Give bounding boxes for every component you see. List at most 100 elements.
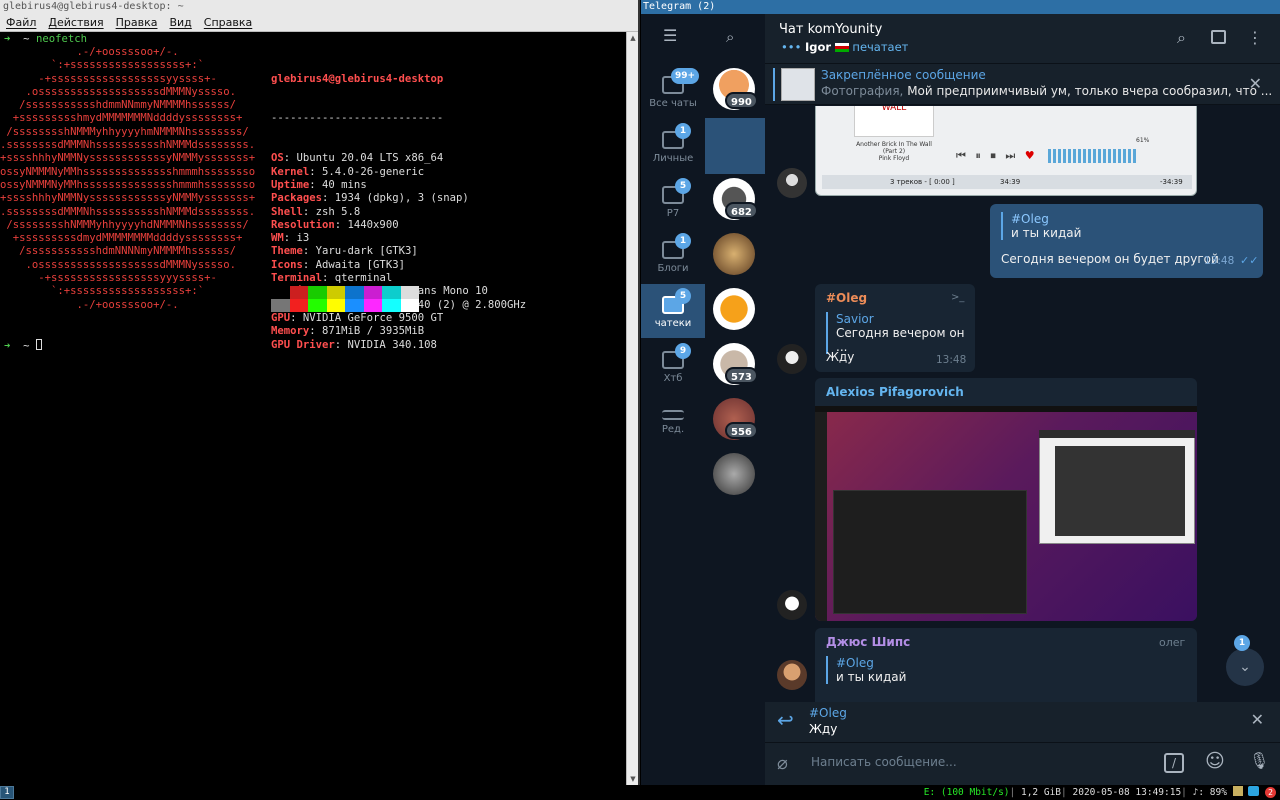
sliders-icon [662, 410, 684, 420]
info-row: Shell: zsh 5.8 [271, 205, 361, 218]
telegram-tray-icon[interactable] [1248, 786, 1260, 796]
prompt-arrow-icon: ➜ [4, 33, 11, 45]
message-list[interactable]: WALL Another Brick In The Wall (Part 2) P… [765, 106, 1280, 702]
read-checkmarks-icon: ✓✓ [1240, 254, 1259, 267]
folder-item[interactable]: Р7 5 [641, 174, 705, 228]
spectrum-visualizer [1048, 149, 1138, 163]
logo-line: `:+ssssssssssssssssss+:` [0, 59, 205, 72]
chat-avatar[interactable] [713, 288, 755, 330]
info-key: Packages [271, 192, 323, 205]
folder-unread-badge: 9 [675, 343, 691, 359]
color-swatch [363, 286, 382, 299]
chat-header[interactable]: Чат komYounity ••• Igor печатает ⌕ ⋮ [765, 14, 1280, 64]
chat-title: Чат komYounity [779, 22, 883, 37]
bot-command-icon[interactable]: >_ [951, 292, 964, 303]
info-key: Uptime [271, 178, 310, 191]
typing-status: ••• Igor печатает [781, 40, 909, 54]
close-icon[interactable]: ✕ [1249, 74, 1262, 93]
workspace-button[interactable]: 1 [0, 786, 14, 799]
search-icon[interactable]: ⌕ [1177, 28, 1186, 48]
terminal-cursor [35, 339, 42, 350]
message-author: Джюс Шипс [826, 635, 911, 649]
logo-line: `:+ssssssssssssssssss+:` [0, 285, 205, 298]
folder-all-chats[interactable]: Все чаты 99+ [641, 64, 705, 118]
color-swatch [345, 286, 364, 299]
user-avatar[interactable] [777, 660, 807, 690]
chat-avatar[interactable] [713, 453, 755, 495]
volume-status: ♪: 89% [1192, 787, 1227, 798]
reply-author: #Oleg [809, 706, 847, 720]
user-avatar[interactable] [777, 590, 807, 620]
pinned-message[interactable]: Закреплённое сообщение Фотография, Мой п… [765, 64, 1280, 105]
telegram-title: Telegram (2) [641, 0, 1280, 14]
search-icon[interactable]: ⌕ [726, 28, 734, 46]
scroll-down-arrow-icon[interactable]: ▼ [629, 775, 637, 783]
folder-unread-badge: 99+ [671, 68, 700, 84]
folder-item[interactable]: Хтб 9 [641, 339, 705, 393]
color-swatch [382, 299, 401, 312]
color-swatch [326, 286, 345, 299]
logo-line: /sssssssshNMMMyhhyyyyhdNMMMNhssssssss/ [0, 218, 249, 231]
folder-item[interactable]: Блоги 1 [641, 229, 705, 283]
info-row: Kernel: 5.4.0-26-generic [271, 165, 425, 178]
folder-item[interactable]: чатеки 5 [641, 284, 705, 338]
info-key: Memory [271, 325, 310, 338]
flag-icon [834, 43, 849, 52]
incoming-message[interactable]: #Oleg >_ Savior Сегодня вечером он ... Ж… [815, 284, 975, 372]
chat-unread-badge: 990 [725, 92, 758, 109]
emoji-icon[interactable]: ☺ [1205, 750, 1225, 772]
bot-commands-icon[interactable]: / [1164, 753, 1184, 773]
menu-file[interactable]: Файл [6, 14, 36, 31]
menu-view[interactable]: Вид [169, 14, 191, 31]
color-swatch [382, 286, 401, 299]
sidebar-toggle-icon[interactable] [1211, 30, 1226, 44]
user-avatar[interactable] [777, 168, 807, 198]
color-swatch [400, 299, 419, 312]
player-statusbar: 3 треков - [ 0:00 ] 34:39 -34:39 [822, 175, 1192, 189]
folder-item[interactable]: Ред. [641, 394, 705, 448]
tray-app-icon[interactable] [1232, 786, 1243, 796]
pinned-thumbnail [781, 68, 815, 101]
desktop-screenshot-image[interactable] [815, 406, 1197, 621]
info-value: zsh 5.8 [315, 205, 361, 218]
user-host: glebirus4@glebirus4-desktop [271, 72, 444, 85]
color-swatch [271, 286, 290, 299]
prompt-line-current[interactable]: ➜ ~ [4, 339, 42, 353]
user-avatar[interactable] [777, 344, 807, 374]
menu-help[interactable]: Справка [204, 14, 252, 31]
menu-edit[interactable]: Правка [116, 14, 158, 31]
scroll-up-arrow-icon[interactable]: ▲ [629, 34, 637, 42]
info-key: Kernel [271, 165, 310, 178]
hamburger-menu-icon[interactable]: ☰ [663, 28, 683, 44]
menu-actions[interactable]: Действия [48, 14, 103, 31]
folder-unread-badge: 5 [675, 178, 691, 194]
color-swatch [271, 299, 290, 312]
microphone-icon[interactable]: 🎙 [1249, 751, 1269, 770]
scroll-down-button[interactable]: ⌄ [1226, 648, 1264, 686]
info-value: 1440x900 [347, 218, 399, 231]
message-input[interactable]: Написать сообщение... [811, 755, 957, 769]
reply-quote: #Oleg и ты кидай [1001, 212, 1081, 240]
folder-item[interactable]: Личные 1 [641, 119, 705, 173]
folder-label: Ред. [661, 424, 685, 435]
info-value: 1934 (dpkg), 3 (snap) [334, 192, 469, 205]
attach-icon[interactable]: ⌀ [777, 753, 788, 774]
info-row: Theme: Yaru-dark [GTK3] [271, 245, 418, 258]
more-menu-icon[interactable]: ⋮ [1247, 28, 1263, 47]
terminal-scrollbar[interactable]: ▲ ▼ [626, 32, 638, 785]
photo-message[interactable]: Alexios Pifagorovich [815, 378, 1197, 621]
info-row: Memory: 871MiB / 3935MiB [271, 325, 425, 338]
photo-message-player[interactable]: WALL Another Brick In The Wall (Part 2) P… [815, 106, 1197, 196]
outgoing-message[interactable]: #Oleg и ты кидай Сегодня вечером он буде… [990, 204, 1263, 278]
reply-quote: Savior Сегодня вечером он ... [826, 312, 975, 354]
compose-bar[interactable]: ⌀ Написать сообщение... / ☺ 🎙 [765, 742, 1280, 785]
telegram-window[interactable]: Telegram (2) ☰ Все чаты 99+ Личные 1 Р7 5 Блог… [641, 0, 1280, 785]
logo-line: /ssssssssssshdmNNNNmyNMMMMhssssss/ [0, 245, 236, 258]
incoming-message[interactable]: Джюс Шипс олег #Oleg и ты кидай [815, 628, 1197, 702]
color-swatch [363, 299, 382, 312]
info-value: Ubuntu 20.04 LTS x86_64 [296, 152, 444, 165]
close-icon[interactable]: ✕ [1251, 710, 1264, 729]
info-key: Theme [271, 245, 303, 258]
chat-avatar[interactable] [713, 233, 755, 275]
reply-preview-bar[interactable]: ↩ #Oleg Жду ✕ [765, 702, 1280, 742]
